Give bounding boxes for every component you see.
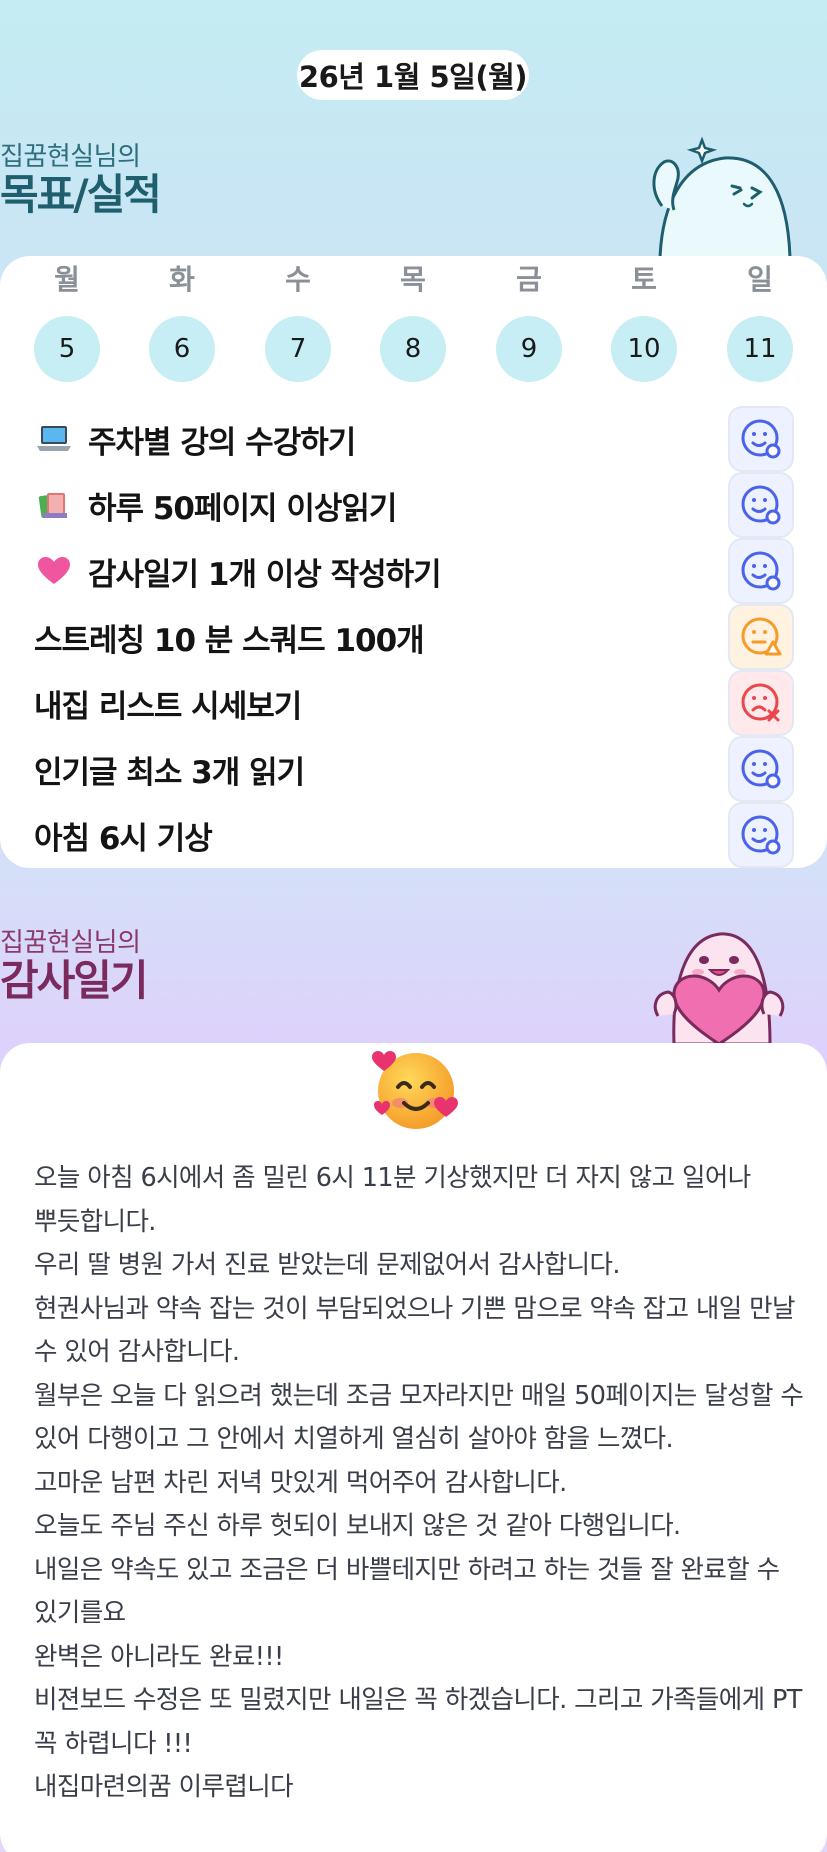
day-label: 화 — [169, 263, 195, 296]
status-good-button[interactable] — [728, 538, 794, 604]
smile-face-icon — [741, 485, 781, 525]
date-circle[interactable]: 6 — [149, 316, 215, 382]
smile-face-icon — [741, 551, 781, 591]
goal-item: 내집 리스트 시세보기 — [34, 670, 794, 736]
goal-text: 내집 리스트 시세보기 — [34, 688, 302, 725]
date-circle[interactable]: 5 — [34, 316, 100, 382]
neutral-face-warning-icon — [741, 617, 782, 656]
status-good-button[interactable] — [728, 736, 794, 802]
goal-item: 하루 50페이지 이상읽기 — [34, 472, 794, 538]
smile-face-icon — [741, 419, 781, 459]
goal-item: 아침 6시 기상 — [34, 802, 794, 868]
goal-text: 하루 50페이지 이상읽기 — [88, 490, 397, 527]
goal-item: 감사일기 1개 이상 작성하기 — [34, 538, 794, 604]
goal-item: 스트레칭 10 분 스쿼드 100개 — [34, 604, 794, 670]
date-circle[interactable]: 9 — [496, 316, 562, 382]
goal-text: 주차별 강의 수강하기 — [88, 424, 356, 461]
date-circle[interactable]: 8 — [380, 316, 446, 382]
status-good-button[interactable] — [728, 472, 794, 538]
gratitude-subtitle: 집꿈현실님의 — [0, 928, 141, 958]
ghost-heart-mascot-icon — [653, 932, 785, 1044]
books-icon — [34, 485, 74, 525]
gratitude-header: 집꿈현실님의 감사일기 — [0, 922, 149, 1005]
goal-item: 인기글 최소 3개 읽기 — [34, 736, 794, 802]
status-fail-button[interactable] — [728, 670, 794, 736]
smiling-face-with-hearts-icon — [372, 1051, 458, 1129]
goals-card: 월 5 화 6 수 7 목 8 금 9 토 10 일 11 주차별 강의 수강하… — [0, 256, 827, 868]
goal-text: 스트레칭 10 분 스쿼드 100개 — [34, 622, 425, 659]
date-circle[interactable]: 7 — [265, 316, 331, 382]
goals-header: 집꿈현실님의 목표/실적 — [0, 136, 162, 219]
goal-text: 인기글 최소 3개 읽기 — [34, 754, 305, 791]
day-label: 월 — [54, 263, 80, 296]
day-label: 일 — [747, 263, 773, 296]
day-tue[interactable]: 화 6 — [149, 256, 215, 382]
heart-icon — [34, 551, 74, 591]
status-good-button[interactable] — [728, 802, 794, 868]
status-good-button[interactable] — [728, 406, 794, 472]
day-sat[interactable]: 토 10 — [611, 256, 677, 382]
day-sun[interactable]: 일 11 — [727, 256, 793, 382]
day-thu[interactable]: 목 8 — [380, 256, 446, 382]
day-fri[interactable]: 금 9 — [496, 256, 562, 382]
status-warning-button[interactable] — [728, 604, 794, 670]
goal-item: 주차별 강의 수강하기 — [34, 406, 794, 472]
ghost-mascot-icon — [652, 136, 792, 258]
goals-title: 목표/실적 — [0, 170, 162, 219]
date-circle[interactable]: 10 — [611, 316, 677, 382]
laptop-icon — [34, 419, 74, 459]
goal-text: 아침 6시 기상 — [34, 820, 213, 857]
day-mon[interactable]: 월 5 — [34, 256, 100, 382]
gratitude-text[interactable]: 오늘 아침 6시에서 좀 밀린 6시 11분 기상했지만 더 자지 않고 일어나… — [34, 1157, 804, 1810]
date-circle[interactable]: 11 — [727, 316, 793, 382]
gratitude-title: 감사일기 — [0, 956, 149, 1005]
day-wed[interactable]: 수 7 — [265, 256, 331, 382]
day-label: 수 — [285, 263, 311, 296]
gratitude-card: 오늘 아침 6시에서 좀 밀린 6시 11분 기상했지만 더 자지 않고 일어나… — [0, 1043, 827, 1852]
sad-face-fail-icon — [741, 683, 780, 722]
goal-text: 감사일기 1개 이상 작성하기 — [88, 556, 442, 593]
day-label: 금 — [516, 263, 542, 296]
date-display[interactable]: 26년 1월 5일(월) — [297, 50, 529, 100]
smile-face-icon — [741, 815, 781, 855]
day-label: 목 — [400, 263, 426, 296]
day-label: 토 — [631, 263, 657, 296]
smile-face-icon — [741, 749, 781, 789]
goals-subtitle: 집꿈현실님의 — [0, 142, 141, 172]
